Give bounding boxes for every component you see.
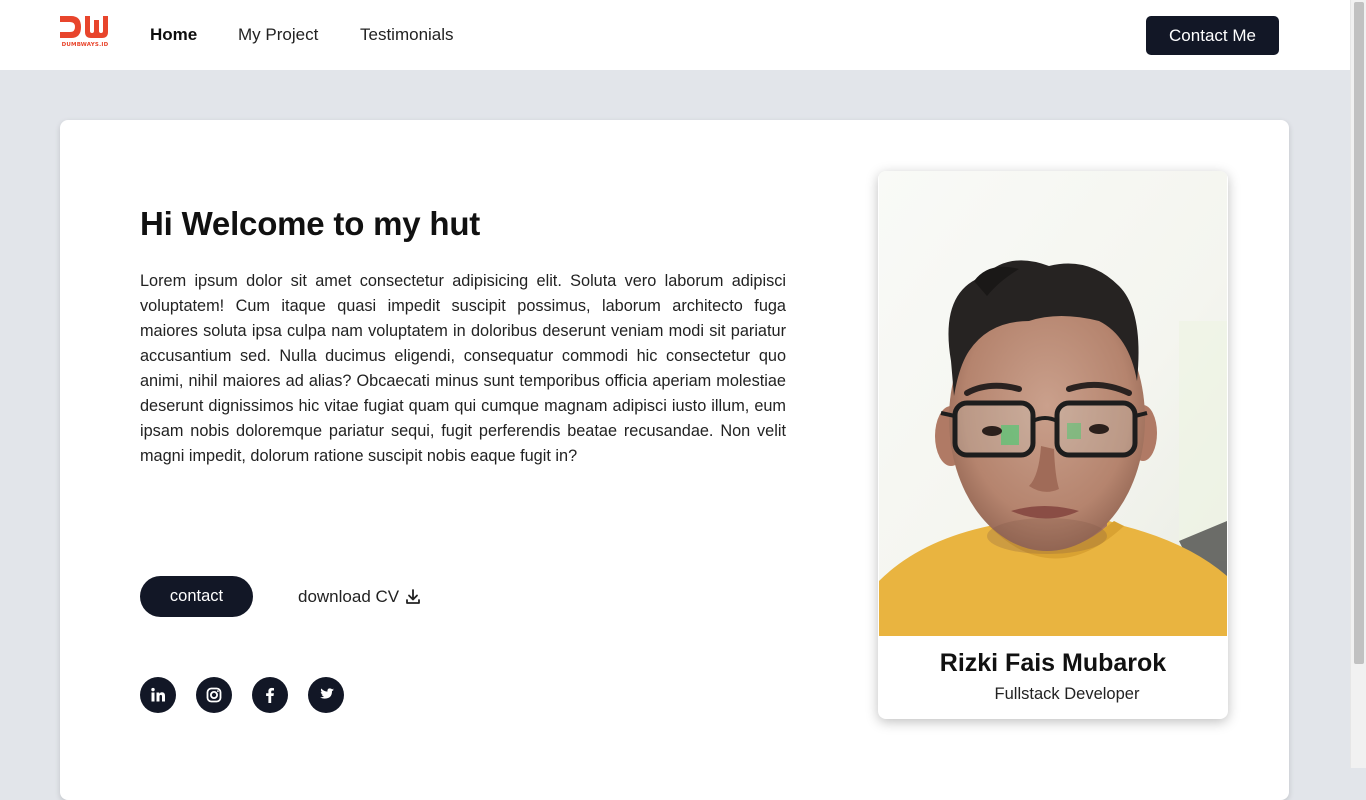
page: DUMBWAYS.ID Home My Project Testimonials… <box>0 0 1350 800</box>
facebook-icon <box>266 687 274 703</box>
nav-home[interactable]: Home <box>150 25 197 45</box>
profile-name: Rizki Fais Mubarok <box>939 649 1167 677</box>
instagram-button[interactable] <box>196 677 232 713</box>
twitter-icon <box>319 688 334 699</box>
dumbways-logo[interactable]: DUMBWAYS.ID <box>59 13 111 49</box>
hero-text: Lorem ipsum dolor sit amet consectetur a… <box>140 272 786 465</box>
nav-my-project[interactable]: My Project <box>238 25 318 45</box>
scrollbar-thumb[interactable] <box>1354 2 1364 664</box>
profile-card: Rizki Fais Mubarok Fullstack Developer <box>878 171 1228 719</box>
page-scrollbar[interactable] <box>1350 0 1366 768</box>
download-cv-label: download CV <box>298 587 400 606</box>
profile-photo <box>879 171 1227 636</box>
navbar: DUMBWAYS.ID Home My Project Testimonials… <box>0 0 1350 70</box>
linkedin-button[interactable] <box>140 677 176 713</box>
twitter-button[interactable] <box>308 677 344 713</box>
nav-testimonials[interactable]: Testimonials <box>360 25 454 45</box>
hero-card: Hi Welcome to my hut Lorem ipsum dolor s… <box>60 120 1289 800</box>
download-icon <box>405 589 421 605</box>
dumbways-logo-icon <box>60 16 108 38</box>
hero-title: Hi Welcome to my hut <box>140 205 481 242</box>
contact-button[interactable]: contact <box>140 576 253 617</box>
facebook-button[interactable] <box>252 677 288 713</box>
profile-role: Fullstack Developer <box>994 685 1140 703</box>
linkedin-icon <box>151 687 165 702</box>
instagram-icon <box>206 687 222 703</box>
contact-me-button[interactable]: Contact Me <box>1146 16 1279 55</box>
download-cv-link[interactable]: download CV <box>298 587 421 607</box>
logo-text: DUMBWAYS.ID <box>61 42 109 48</box>
